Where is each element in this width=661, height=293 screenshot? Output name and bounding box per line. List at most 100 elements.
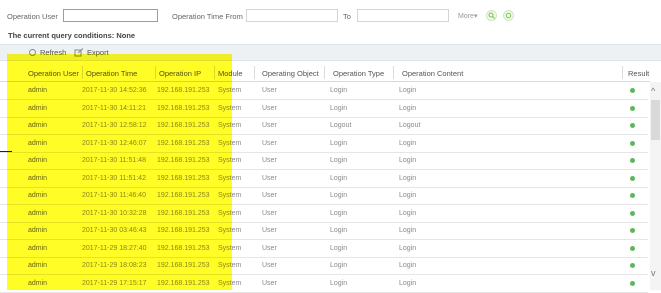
col-module[interactable]: Module xyxy=(218,69,243,78)
cell-module: System xyxy=(218,262,242,269)
success-status-icon xyxy=(630,245,635,251)
operation-user-input[interactable] xyxy=(63,9,158,22)
table-row[interactable]: admin 2017-11-29 18:27:40 192.168.191.253 S… xyxy=(0,240,648,258)
table-row[interactable]: admin 2017-11-30 10:32:28 192.168.191.253 S… xyxy=(0,205,648,223)
cell-user: admin xyxy=(28,174,48,182)
column-divider xyxy=(254,66,255,79)
cell-module: System xyxy=(218,157,242,164)
cell-module: System xyxy=(218,104,242,112)
cell-type: Logout xyxy=(330,122,352,129)
scroll-down-icon[interactable]: v xyxy=(651,268,656,278)
time-to-label: To xyxy=(343,12,351,21)
cell-module: System xyxy=(218,279,242,287)
table-row[interactable]: admin 2017-11-30 14:11:21 192.168.191.253 S… xyxy=(0,100,648,118)
cell-content: Login xyxy=(399,192,417,199)
column-divider xyxy=(155,66,156,79)
cell-user: admin xyxy=(28,209,48,217)
column-divider xyxy=(82,66,83,79)
table-row[interactable]: admin 2017-11-30 12:58:12 192.168.191.253 S… xyxy=(0,117,648,135)
success-status-icon xyxy=(630,123,635,128)
table-header: Operation User Operation Time Operation … xyxy=(0,63,650,82)
annotation-line xyxy=(0,151,12,152)
cell-object: User xyxy=(262,87,277,94)
export-button[interactable]: Export xyxy=(74,48,109,57)
cell-content: Login xyxy=(399,157,417,164)
table-row[interactable]: admin 2017-11-30 14:52:36 192.168.191.253 S… xyxy=(0,82,648,100)
cell-user: admin xyxy=(28,262,48,269)
success-status-icon xyxy=(630,158,635,163)
table-row[interactable]: admin 2017-11-30 11:51:48 192.168.191.253 S… xyxy=(0,152,648,170)
cell-module: System xyxy=(218,227,242,234)
success-status-icon xyxy=(630,140,635,146)
cell-type: Login xyxy=(330,209,348,217)
cell-time: 2017-11-30 11:51:42 xyxy=(82,174,146,182)
col-operation-user[interactable]: Operation User xyxy=(28,69,79,78)
scroll-up-icon[interactable]: ^ xyxy=(651,86,655,96)
cell-content: Login xyxy=(399,139,417,147)
cell-ip: 192.168.191.253 xyxy=(157,87,210,94)
cell-ip: 192.168.191.253 xyxy=(157,262,210,269)
search-icon[interactable] xyxy=(486,10,497,21)
cell-ip: 192.168.191.253 xyxy=(157,192,210,199)
scrollbar-thumb[interactable] xyxy=(651,100,660,140)
table-row[interactable]: admin 2017-11-30 11:51:42 192.168.191.253 S… xyxy=(0,170,648,188)
table-row[interactable]: admin 2017-11-29 18:08:23 192.168.191.253 S… xyxy=(0,257,648,275)
cell-time: 2017-11-30 14:52:36 xyxy=(82,87,147,94)
cell-object: User xyxy=(262,157,277,164)
success-status-icon xyxy=(630,88,635,93)
cell-type: Login xyxy=(330,157,348,164)
cell-object: User xyxy=(262,192,277,199)
cell-module: System xyxy=(218,122,242,129)
col-operation-content[interactable]: Operation Content xyxy=(402,69,463,78)
cell-content: Logout xyxy=(399,122,421,129)
cell-user: admin xyxy=(28,87,48,94)
cell-module: System xyxy=(218,192,242,199)
col-operation-ip[interactable]: Operation IP xyxy=(159,69,201,78)
success-status-icon xyxy=(630,175,635,181)
table-row[interactable]: admin 2017-11-30 11:46:40 192.168.191.253 S… xyxy=(0,187,648,205)
success-status-icon xyxy=(630,210,635,216)
cell-object: User xyxy=(262,262,277,269)
col-operation-time[interactable]: Operation Time xyxy=(86,69,137,78)
cell-object: User xyxy=(262,244,277,252)
refresh-icon xyxy=(29,49,36,56)
cell-ip: 192.168.191.253 xyxy=(157,139,210,147)
cell-time: 2017-11-29 18:08:23 xyxy=(82,262,147,269)
clear-icon[interactable] xyxy=(503,10,514,21)
cell-type: Login xyxy=(330,262,348,269)
cell-time: 2017-11-30 10:32:28 xyxy=(82,209,147,217)
success-status-icon xyxy=(630,193,635,198)
more-dropdown[interactable]: More▾ xyxy=(458,12,477,20)
time-from-input[interactable] xyxy=(246,9,338,22)
refresh-label: Refresh xyxy=(40,48,67,57)
cell-ip: 192.168.191.253 xyxy=(157,244,210,252)
cell-time: 2017-11-30 11:46:40 xyxy=(82,192,146,199)
cell-time: 2017-11-30 14:11:21 xyxy=(82,104,146,112)
column-divider xyxy=(324,66,325,79)
cell-ip: 192.168.191.253 xyxy=(157,157,210,164)
table-row[interactable]: admin 2017-11-30 12:46:07 192.168.191.253 S… xyxy=(0,135,648,153)
cell-time: 2017-11-30 03:46:43 xyxy=(82,227,147,234)
success-status-icon xyxy=(630,228,635,233)
table-row[interactable]: admin 2017-11-30 03:46:43 192.168.191.253 S… xyxy=(0,222,648,240)
success-status-icon xyxy=(630,263,635,268)
cell-content: Login xyxy=(399,279,417,287)
cell-time: 2017-11-30 12:46:07 xyxy=(82,139,147,147)
cell-module: System xyxy=(218,174,242,182)
cell-module: System xyxy=(218,139,242,147)
col-operation-type[interactable]: Operation Type xyxy=(333,69,384,78)
cell-time: 2017-11-30 12:58:12 xyxy=(82,122,147,129)
cell-ip: 192.168.191.253 xyxy=(157,104,210,112)
cell-type: Login xyxy=(330,244,348,252)
col-operating-object[interactable]: Operating Object xyxy=(262,69,319,78)
cell-object: User xyxy=(262,227,277,234)
col-result[interactable]: Result xyxy=(628,69,649,78)
refresh-button[interactable]: Refresh xyxy=(28,48,66,57)
cell-object: User xyxy=(262,122,277,129)
column-divider xyxy=(393,66,394,79)
cell-ip: 192.168.191.253 xyxy=(157,122,210,129)
time-to-input[interactable] xyxy=(357,9,449,22)
cell-content: Login xyxy=(399,227,417,234)
query-conditions: The current query conditions: None xyxy=(8,31,136,40)
cell-module: System xyxy=(218,209,242,217)
